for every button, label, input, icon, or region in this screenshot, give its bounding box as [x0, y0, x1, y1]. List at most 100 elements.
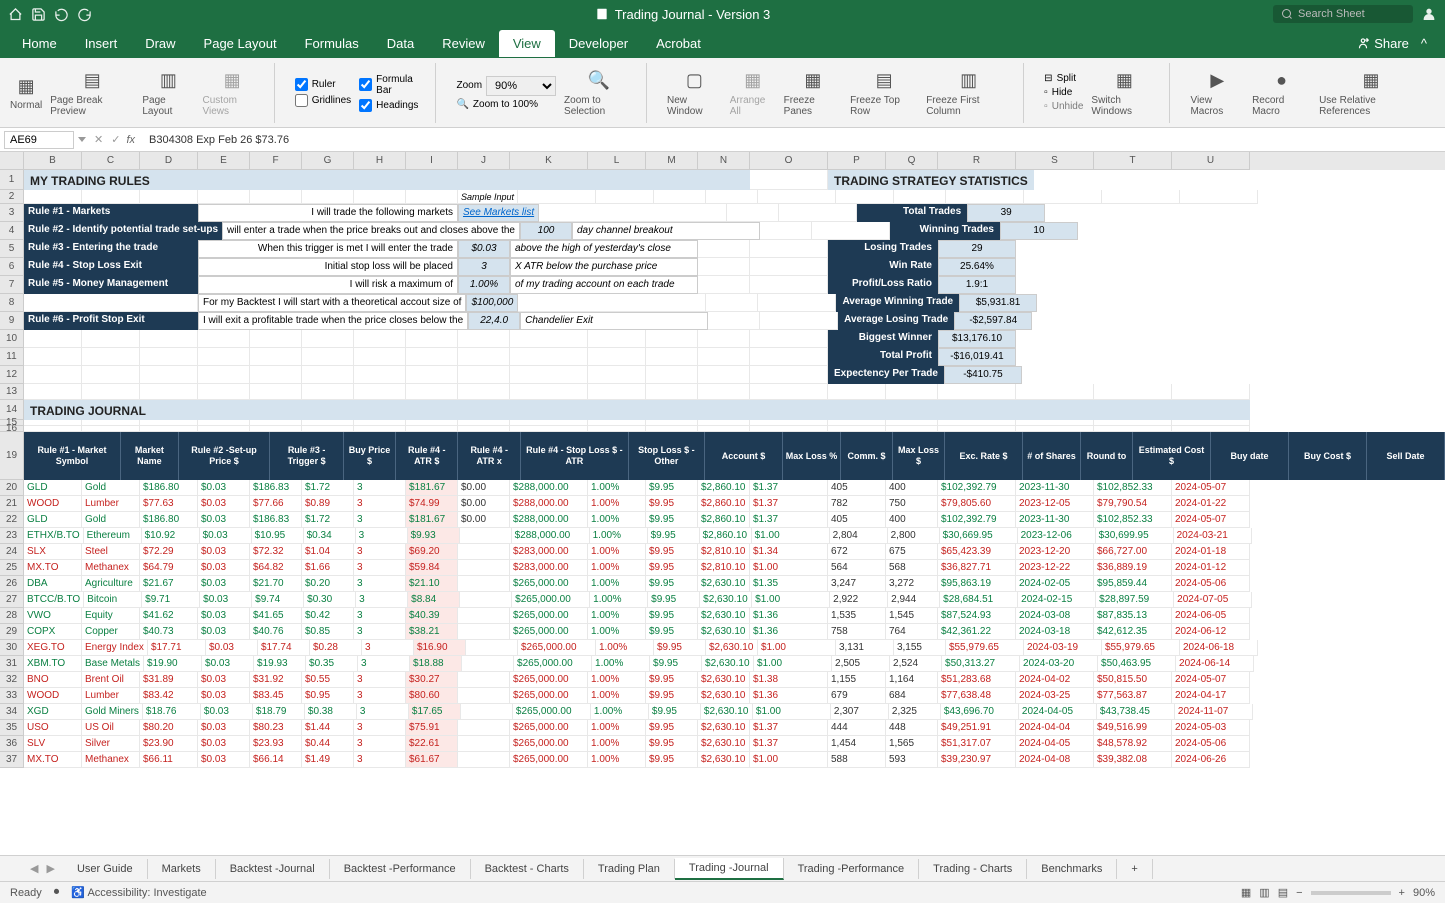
journal-cell[interactable]: $55,979.65 — [1102, 640, 1180, 656]
sheet-tab[interactable]: Benchmarks — [1027, 859, 1117, 879]
journal-cell[interactable]: $9.95 — [646, 512, 698, 528]
journal-cell[interactable]: $9.95 — [646, 720, 698, 736]
journal-cell[interactable]: $30,669.95 — [940, 528, 1018, 544]
journal-cell[interactable]: $9.95 — [646, 496, 698, 512]
save-icon[interactable] — [31, 7, 46, 22]
journal-cell[interactable]: $0.03 — [200, 592, 252, 608]
tab-draw[interactable]: Draw — [131, 30, 189, 57]
journal-cell[interactable]: $2,630.10 — [698, 752, 750, 768]
journal-cell[interactable]: $2,630.10 — [706, 640, 758, 656]
journal-cell[interactable]: $0.03 — [198, 496, 250, 512]
tab-formulas[interactable]: Formulas — [291, 30, 373, 57]
journal-cell[interactable]: $9.95 — [646, 672, 698, 688]
journal-cell[interactable]: $87,835.13 — [1094, 608, 1172, 624]
journal-cell[interactable]: $8.84 — [408, 592, 460, 608]
journal-cell[interactable]: $265,000.00 — [510, 688, 588, 704]
journal-cell[interactable]: $0.00 — [458, 496, 510, 512]
journal-cell[interactable]: 2023-11-30 — [1016, 480, 1094, 496]
journal-cell[interactable]: 2023-12-20 — [1016, 544, 1094, 560]
journal-cell[interactable]: $72.32 — [250, 544, 302, 560]
journal-cell[interactable]: $0.00 — [458, 480, 510, 496]
journal-cell[interactable]: $1.00 — [754, 656, 832, 672]
journal-cell[interactable]: $0.03 — [198, 624, 250, 640]
row-header[interactable]: 33 — [0, 688, 24, 704]
freeze-first-button[interactable]: ▥Freeze First Column — [926, 69, 1011, 117]
row-header[interactable]: 30 — [0, 640, 24, 656]
journal-cell[interactable]: $265,000.00 — [510, 608, 588, 624]
journal-cell[interactable]: $10.95 — [252, 528, 304, 544]
journal-cell[interactable]: $0.00 — [458, 512, 510, 528]
col-header[interactable]: B — [24, 152, 82, 170]
row-header[interactable]: 1 — [0, 170, 24, 190]
journal-cell[interactable]: $77.63 — [140, 496, 198, 512]
journal-cell[interactable]: 764 — [886, 624, 938, 640]
journal-cell[interactable]: 3 — [354, 688, 406, 704]
gridlines-checkbox[interactable]: Gridlines — [295, 94, 351, 107]
confirm-icon[interactable]: ✓ — [111, 133, 120, 146]
journal-cell[interactable]: $1.66 — [302, 560, 354, 576]
col-header[interactable]: J — [458, 152, 510, 170]
journal-cell[interactable]: 448 — [886, 720, 938, 736]
journal-cell[interactable]: $2,860.10 — [700, 528, 752, 544]
journal-cell[interactable]: $2,860.10 — [698, 496, 750, 512]
row-header[interactable]: 24 — [0, 544, 24, 560]
journal-cell[interactable]: 593 — [886, 752, 938, 768]
journal-cell[interactable]: $0.55 — [302, 672, 354, 688]
journal-cell[interactable]: $0.44 — [302, 736, 354, 752]
journal-cell[interactable]: $31.89 — [140, 672, 198, 688]
journal-cell[interactable]: $2,630.10 — [698, 608, 750, 624]
journal-cell[interactable]: $30.27 — [406, 672, 458, 688]
journal-cell[interactable] — [458, 688, 510, 704]
journal-cell[interactable]: $9.95 — [648, 592, 700, 608]
journal-col-header[interactable]: Max Loss $ — [893, 432, 945, 480]
journal-cell[interactable]: $77,563.87 — [1094, 688, 1172, 704]
journal-cell[interactable]: $1.36 — [750, 624, 828, 640]
journal-cell[interactable] — [458, 752, 510, 768]
journal-cell[interactable]: $9.95 — [646, 736, 698, 752]
journal-cell[interactable]: 2024-05-07 — [1172, 480, 1250, 496]
journal-col-header[interactable]: Rule #4 - Stop Loss $ - ATR — [521, 432, 629, 480]
journal-cell[interactable]: $265,000.00 — [510, 720, 588, 736]
col-header[interactable]: O — [750, 152, 828, 170]
journal-cell[interactable]: $102,392.79 — [938, 480, 1016, 496]
journal-cell[interactable]: $2,630.10 — [698, 720, 750, 736]
journal-cell[interactable]: 1.00% — [588, 672, 646, 688]
journal-cell[interactable]: 2024-11-07 — [1175, 704, 1253, 720]
journal-cell[interactable]: 1.00% — [588, 752, 646, 768]
journal-cell[interactable]: 3 — [354, 752, 406, 768]
journal-cell[interactable]: $1.38 — [750, 672, 828, 688]
journal-cell[interactable]: 3 — [362, 640, 414, 656]
tab-developer[interactable]: Developer — [555, 30, 642, 57]
page-layout-button[interactable]: ▥Page Layout — [142, 69, 194, 117]
journal-cell[interactable]: 588 — [828, 752, 886, 768]
journal-col-header[interactable]: Rule #3 - Trigger $ — [270, 432, 344, 480]
journal-cell[interactable]: 1.00% — [588, 480, 646, 496]
journal-cell[interactable]: Copper — [82, 624, 140, 640]
journal-cell[interactable]: $66,727.00 — [1094, 544, 1172, 560]
unhide-button[interactable]: ▫ Unhide — [1044, 101, 1083, 112]
journal-cell[interactable]: $65,423.39 — [938, 544, 1016, 560]
journal-cell[interactable]: 1,535 — [828, 608, 886, 624]
row-header[interactable]: 6 — [0, 258, 24, 276]
row-header[interactable]: 34 — [0, 704, 24, 720]
row-header[interactable]: 28 — [0, 608, 24, 624]
journal-cell[interactable]: SLV — [24, 736, 82, 752]
journal-cell[interactable]: $0.03 — [198, 512, 250, 528]
journal-col-header[interactable]: Rule #4 - ATR x — [458, 432, 520, 480]
journal-col-header[interactable]: Max Loss % — [783, 432, 841, 480]
journal-cell[interactable]: 1.00% — [588, 512, 646, 528]
journal-cell[interactable] — [460, 528, 512, 544]
journal-cell[interactable]: $9.93 — [408, 528, 460, 544]
add-sheet-button[interactable]: + — [1117, 859, 1152, 879]
journal-cell[interactable]: Bitcoin — [84, 592, 142, 608]
journal-cell[interactable]: 2024-06-18 — [1180, 640, 1258, 656]
journal-cell[interactable]: 2,307 — [831, 704, 889, 720]
journal-cell[interactable]: $0.03 — [198, 544, 250, 560]
zoom-slider[interactable] — [1311, 891, 1391, 895]
journal-cell[interactable]: $2,630.10 — [701, 704, 753, 720]
undo-icon[interactable] — [54, 7, 69, 22]
journal-cell[interactable]: Brent Oil — [82, 672, 140, 688]
journal-cell[interactable]: WOOD — [24, 688, 82, 704]
journal-cell[interactable]: $77.66 — [250, 496, 302, 512]
journal-cell[interactable]: Steel — [82, 544, 140, 560]
